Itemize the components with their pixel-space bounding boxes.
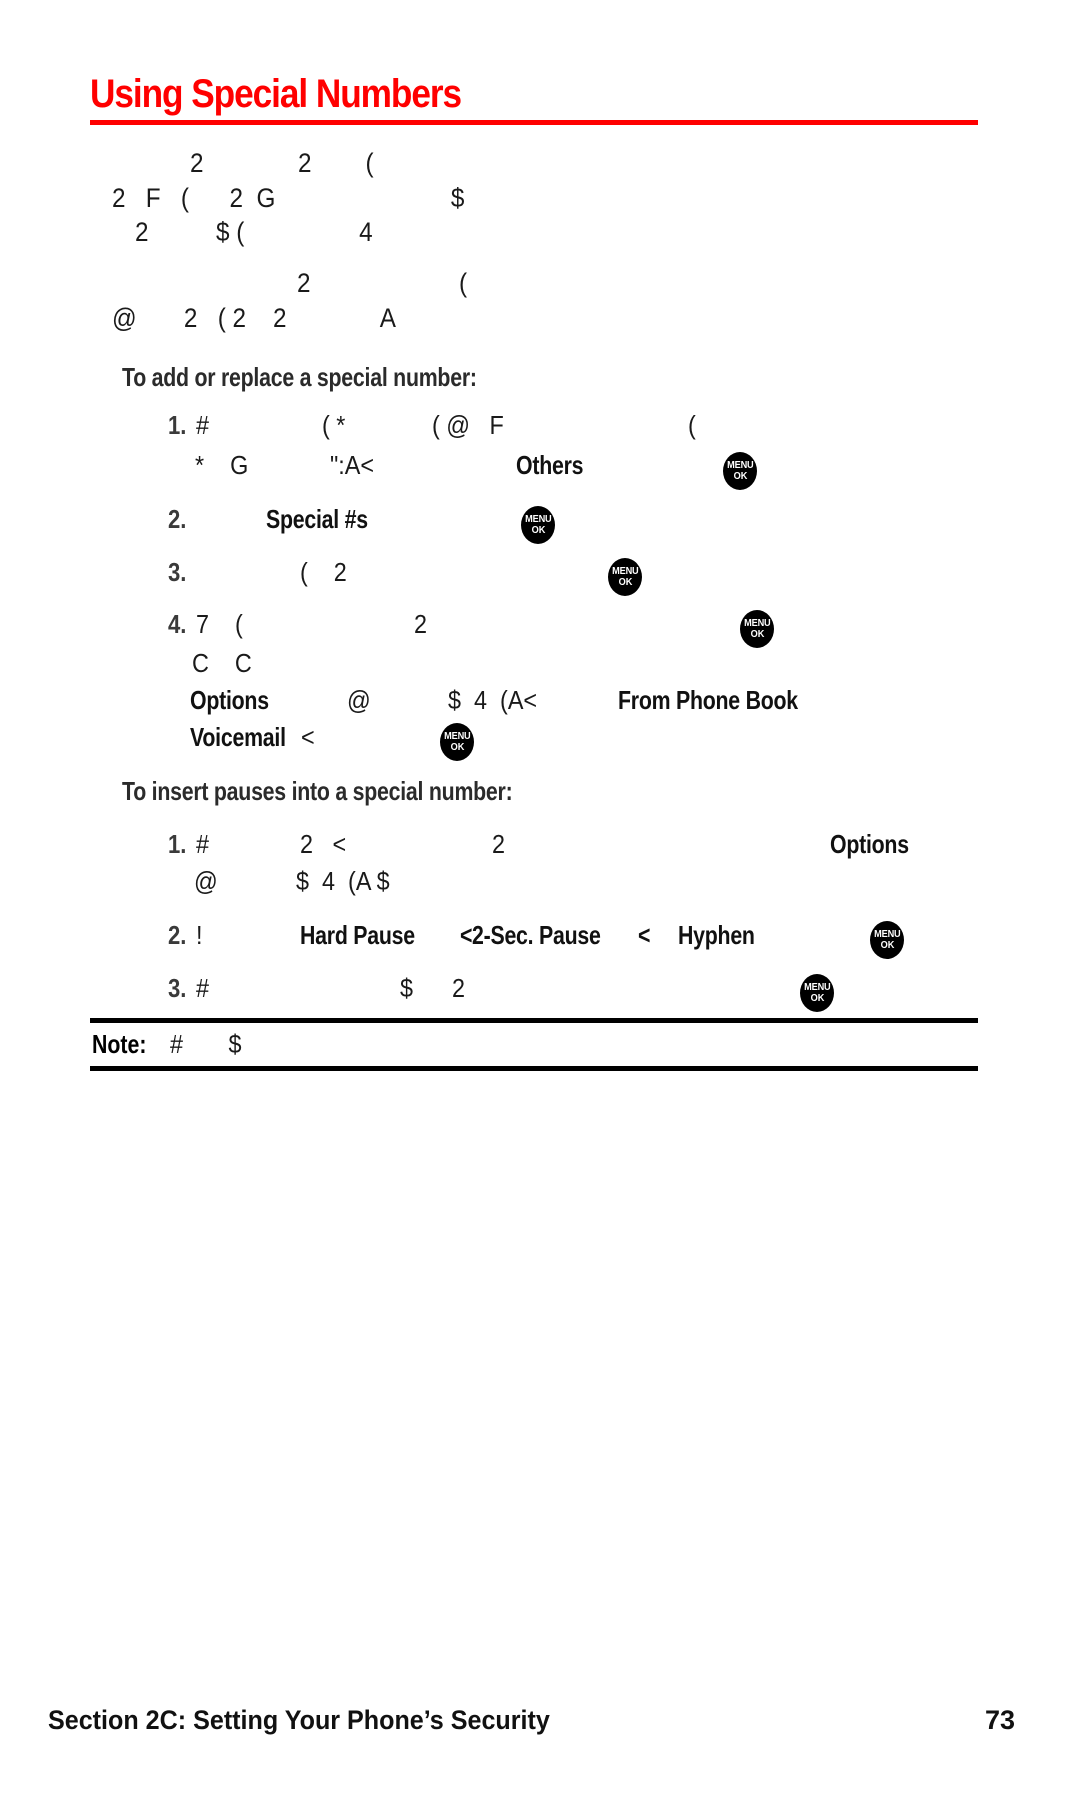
intro2-line-1: 2 ( bbox=[297, 268, 468, 298]
menu-ok-key-top-label: MENU bbox=[611, 565, 639, 577]
menu-label-options[interactable]: Options bbox=[830, 829, 909, 860]
pause-item3-seg2: $ 2 bbox=[400, 973, 466, 1003]
pause-item1-line2-seg2: $ 4 (A $ bbox=[296, 866, 390, 896]
menu-ok-key-top-label: MENU bbox=[524, 513, 552, 525]
menu-label-from-phone-book[interactable]: From Phone Book bbox=[618, 685, 798, 716]
menu-ok-key-icon[interactable]: MENU OK bbox=[723, 452, 757, 490]
title-divider bbox=[90, 120, 978, 125]
menu-ok-key-top-label: MENU bbox=[803, 981, 831, 993]
menu-label-others[interactable]: Others bbox=[516, 450, 583, 481]
section-heading-insert-pauses: To insert pauses into a special number: bbox=[122, 776, 513, 806]
footer-section-label: Section 2C: Setting Your Phone’s Securit… bbox=[48, 1705, 550, 1735]
menu-label-2-sec-pause[interactable]: 2-Sec. Pause bbox=[472, 920, 601, 951]
list-number: 2. bbox=[168, 920, 187, 950]
item4-line2: C C bbox=[192, 648, 252, 678]
item1-line1-seg1: # bbox=[196, 410, 210, 440]
menu-ok-key-top-label: MENU bbox=[873, 928, 901, 940]
menu-ok-key-icon[interactable]: MENU OK bbox=[740, 610, 774, 648]
menu-ok-key-icon[interactable]: MENU OK bbox=[440, 723, 474, 761]
separator-2: < bbox=[638, 920, 651, 950]
item1-line1-seg2: ( * bbox=[322, 410, 346, 440]
intro-line-3: 2 $ ( 4 bbox=[135, 217, 373, 247]
intro-line-1-seg-1: 2 2 ( bbox=[190, 148, 374, 178]
item1-line1-seg3: ( @ F bbox=[432, 410, 504, 440]
menu-ok-key-bottom-label: OK bbox=[733, 470, 747, 482]
menu-ok-key-icon[interactable]: MENU OK bbox=[608, 558, 642, 596]
list-number: 2. bbox=[168, 504, 187, 534]
menu-label-voicemail[interactable]: Voicemail bbox=[190, 722, 286, 753]
item4-line1-seg1: 7 ( bbox=[196, 609, 243, 639]
menu-ok-key-top-label: MENU bbox=[726, 459, 754, 471]
pause-item1-line1-seg2: 2 < bbox=[300, 829, 347, 859]
intro-line-2: 2 F ( 2 G $ bbox=[112, 183, 465, 213]
menu-label-hard-pause[interactable]: Hard Pause bbox=[300, 920, 415, 951]
menu-ok-key-bottom-label: OK bbox=[450, 741, 464, 753]
menu-ok-key-top-label: MENU bbox=[443, 730, 471, 742]
item4-line1-seg2: 2 bbox=[414, 609, 428, 639]
pause-item1-line1-seg3: 2 bbox=[492, 829, 506, 859]
menu-ok-key-icon[interactable]: MENU OK bbox=[521, 506, 555, 544]
menu-label-special-numbers[interactable]: Special #s bbox=[266, 504, 368, 535]
menu-ok-key-bottom-label: OK bbox=[750, 628, 764, 640]
list-number: 1. bbox=[168, 410, 187, 440]
section-heading-add-replace: To add or replace a special number: bbox=[122, 362, 477, 392]
note-text: # $ bbox=[170, 1029, 242, 1059]
item3-text: ( 2 bbox=[300, 557, 347, 587]
pause-item3-seg1: # bbox=[196, 973, 210, 1003]
note-divider-top bbox=[90, 1018, 978, 1023]
item4-line3-seg1: @ bbox=[347, 685, 371, 715]
list-number: 4. bbox=[168, 609, 187, 639]
note-label: Note: bbox=[92, 1029, 147, 1059]
item4-line4-seg1: < bbox=[301, 722, 315, 752]
menu-ok-key-bottom-label: OK bbox=[531, 524, 545, 536]
item1-line2-seg2: ":A< bbox=[330, 450, 375, 480]
pause-item1-line1-seg1: # bbox=[196, 829, 210, 859]
menu-ok-key-bottom-label: OK bbox=[810, 992, 824, 1004]
footer-page-number: 73 bbox=[985, 1705, 1016, 1735]
menu-label-hyphen[interactable]: Hyphen bbox=[678, 920, 755, 951]
item4-line3-seg2: $ 4 (A< bbox=[448, 685, 538, 715]
manual-page: Using Special Numbers 2 2 ( 2 F ( 2 G $ … bbox=[0, 0, 1080, 1800]
item1-line1-seg4: ( bbox=[688, 410, 696, 440]
menu-ok-key-bottom-label: OK bbox=[618, 576, 632, 588]
page-title: Using Special Numbers bbox=[90, 72, 462, 116]
intro2-line-2: @ 2 ( 2 2 A bbox=[112, 303, 396, 333]
item1-line2-seg1: * G bbox=[195, 450, 249, 480]
list-number: 3. bbox=[168, 557, 187, 587]
separator-1: < bbox=[460, 920, 473, 950]
menu-ok-key-bottom-label: OK bbox=[880, 939, 894, 951]
menu-ok-key-icon[interactable]: MENU OK bbox=[870, 921, 904, 959]
list-number: 1. bbox=[168, 829, 187, 859]
list-number: 3. bbox=[168, 973, 187, 1003]
menu-label-options[interactable]: Options bbox=[190, 685, 269, 716]
pause-item2-seg1: ! bbox=[196, 920, 203, 950]
note-divider-bottom bbox=[90, 1066, 978, 1071]
pause-item1-line2-seg1: @ bbox=[194, 866, 218, 896]
menu-ok-key-icon[interactable]: MENU OK bbox=[800, 974, 834, 1012]
menu-ok-key-top-label: MENU bbox=[743, 617, 771, 629]
